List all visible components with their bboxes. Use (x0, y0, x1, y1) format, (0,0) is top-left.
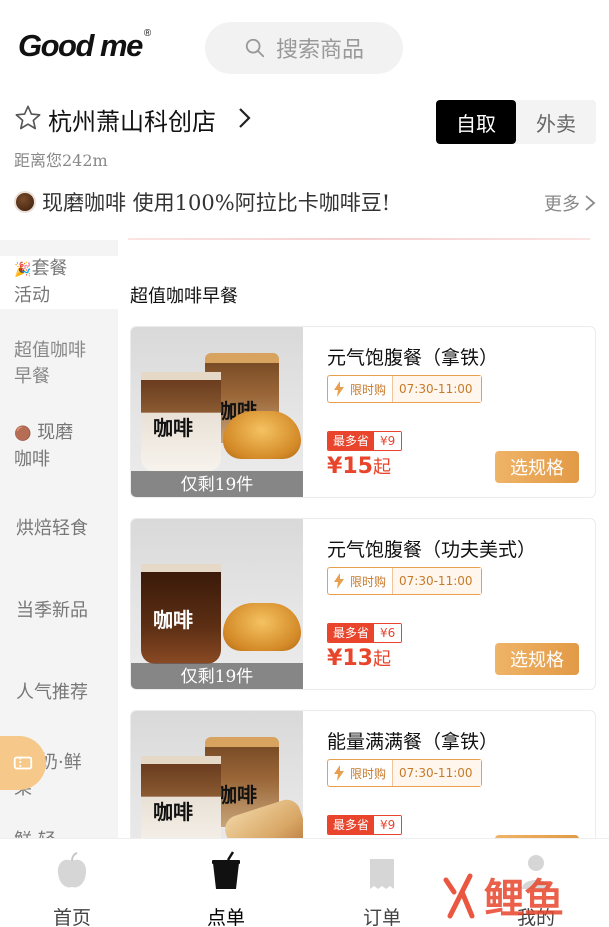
store-name[interactable]: 杭州萧山科创店 (48, 102, 216, 137)
croissant (223, 411, 301, 459)
store-distance: 距离您242m (14, 151, 108, 170)
watermark-graphic: 鲤鱼 (443, 873, 564, 922)
lightning-icon (334, 573, 344, 589)
lightning-icon (334, 381, 344, 397)
pickup-delivery-toggle: 自取 外卖 (436, 100, 596, 144)
product-price: ¥15起 (327, 454, 391, 479)
product-title: 元气饱腹餐（功夫美式） (327, 539, 537, 561)
select-spec-button[interactable]: 选规格 (495, 451, 579, 483)
notice-text: 现磨咖啡 使用100%阿拉比卡咖啡豆! (42, 191, 391, 215)
toggle-delivery[interactable]: 外卖 (516, 100, 596, 144)
limited-time-badge: 限时购 07:30-11:00 (327, 759, 482, 787)
product-card[interactable]: 咖啡 咖啡 仅剩19件 元气饱腹餐（拿铁） 限时购 07:30-11:00 最多… (130, 326, 596, 498)
coupon-icon (13, 756, 33, 770)
header: Good me ® 搜索商品 (0, 0, 609, 96)
chevron-right-icon[interactable] (236, 106, 252, 130)
select-spec-button[interactable]: 选规格 (495, 643, 579, 675)
favorite-star-icon[interactable] (14, 104, 42, 132)
sidebar-item-breakfast[interactable]: 超值咖啡 早餐 (0, 322, 118, 408)
sidebar-item-bakery[interactable]: 烘焙轻食 (0, 516, 118, 542)
search-input[interactable]: 搜索商品 (205, 22, 403, 74)
tab-order[interactable]: 点单 (166, 839, 286, 927)
svg-text:鲤鱼: 鲤鱼 (484, 876, 564, 922)
divider (128, 238, 590, 240)
coffee-bean-icon: 🟤 (14, 426, 32, 442)
stock-remaining: 仅剩19件 (131, 471, 303, 497)
product-title: 元气饱腹餐（拿铁） (327, 347, 499, 369)
more-link[interactable]: 更多 (544, 190, 596, 216)
iced-americano-cup: 咖啡 (141, 564, 221, 664)
limited-time-badge: 限时购 07:30-11:00 (327, 567, 482, 595)
coffee-bean-icon (14, 191, 36, 213)
tab-home[interactable]: 首页 (12, 839, 132, 927)
croissant (223, 603, 301, 651)
cup-icon (212, 851, 240, 889)
apple-icon (57, 852, 87, 888)
product-image: 咖啡 仅剩19件 (131, 519, 303, 689)
save-badge: 最多省 ¥9 (327, 431, 403, 451)
section-title: 超值咖啡早餐 (130, 286, 238, 307)
lightning-icon (334, 765, 344, 781)
sidebar-item-fresh-coffee[interactable]: 🟤 现磨 咖啡 (0, 420, 118, 473)
sidebar-item-seasonal[interactable]: 当季新品 (0, 598, 118, 624)
save-badge: 最多省 ¥6 (327, 623, 403, 643)
product-image: 咖啡 咖啡 仅剩19件 (131, 327, 303, 497)
chevron-right-icon (585, 195, 596, 211)
brand-logo[interactable]: Good me ® (18, 28, 151, 64)
search-icon (245, 38, 265, 58)
save-badge: 最多省 ¥9 (327, 815, 403, 835)
stock-remaining: 仅剩19件 (131, 663, 303, 689)
notice-bar[interactable]: 现磨咖啡 使用100%阿拉比卡咖啡豆! 更多 (14, 182, 596, 222)
sidebar-item-popular[interactable]: 人气推荐 (0, 680, 118, 706)
toggle-pickup[interactable]: 自取 (436, 100, 516, 144)
limited-time-badge: 限时购 07:30-11:00 (327, 375, 482, 403)
tab-orders[interactable]: 订单 (322, 839, 442, 927)
product-card[interactable]: 咖啡 仅剩19件 元气饱腹餐（功夫美式） 限时购 07:30-11:00 最多省… (130, 518, 596, 690)
receipt-icon (370, 859, 394, 889)
product-title: 能量满满餐（拿铁） (327, 731, 499, 753)
party-popper-icon: 🎉 (14, 262, 32, 278)
sidebar-item-combo[interactable]: 🎉套餐 活动 (0, 256, 118, 309)
store-row: 杭州萧山科创店 自取 外卖 (14, 100, 596, 144)
product-price: ¥13起 (327, 646, 391, 671)
search-placeholder: 搜索商品 (275, 38, 364, 63)
watermark-logo: 鲤鱼 (440, 862, 590, 922)
iced-cup: 咖啡 (141, 372, 221, 472)
